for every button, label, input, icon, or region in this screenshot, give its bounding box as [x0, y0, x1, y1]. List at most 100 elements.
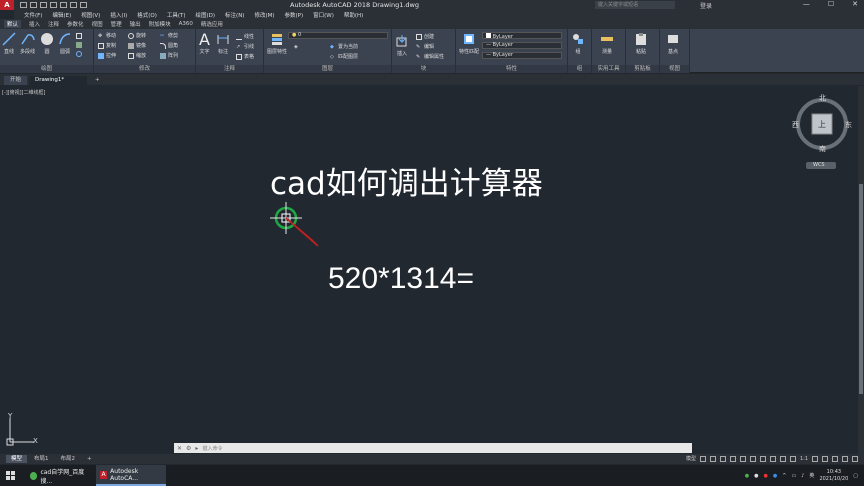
tray-app-icon-2[interactable]: ● — [764, 473, 768, 479]
layer-state-icon[interactable]: ◈ — [294, 44, 300, 50]
tab-featured-apps[interactable]: 精选应用 — [201, 20, 223, 28]
viewcube-top-face[interactable]: 上 — [818, 119, 826, 130]
annotation-scale[interactable]: 1:1 — [800, 456, 808, 462]
save-as-icon[interactable] — [50, 2, 57, 8]
layers-panel-label[interactable]: 图层 — [264, 65, 391, 73]
fillet-tool[interactable]: 圆角 — [160, 42, 178, 49]
drawing-title-text[interactable]: cad如何调出计算器 — [270, 158, 543, 203]
redo-icon[interactable] — [80, 2, 87, 8]
ortho-icon[interactable] — [719, 455, 726, 462]
move-tool[interactable]: ✥ 移动 — [98, 32, 116, 40]
menu-format[interactable]: 格式(O) — [137, 11, 157, 19]
menu-view[interactable]: 视图(V) — [81, 11, 100, 19]
create-block-tool[interactable]: 创建 — [416, 33, 434, 40]
tray-app-icon-3[interactable]: ● — [773, 473, 777, 479]
print-icon[interactable] — [60, 2, 67, 8]
dimension-button[interactable]: 标注 — [216, 32, 230, 55]
annotation-visibility-icon[interactable] — [789, 455, 796, 462]
rotate-tool[interactable]: 旋转 — [128, 32, 146, 39]
menu-window[interactable]: 窗口(W) — [313, 11, 334, 19]
taskbar-browser[interactable]: cad自学网_百度搜... — [26, 465, 96, 486]
tab-layout1[interactable]: 布局1 — [29, 455, 54, 463]
command-input[interactable]: 键入命令 — [202, 445, 222, 452]
group-button[interactable]: 组 — [571, 32, 585, 55]
tab-manage[interactable]: 管理 — [111, 20, 122, 28]
command-line[interactable]: ✕ ⚙ ▸ 键入命令 — [174, 443, 692, 453]
vertical-scrollbar[interactable] — [858, 86, 864, 454]
selection-cycling-icon[interactable] — [779, 455, 786, 462]
tab-annotate[interactable]: 注释 — [48, 20, 59, 28]
stretch-tool[interactable]: 拉伸 — [98, 52, 116, 59]
menu-modify[interactable]: 修改(M) — [254, 11, 274, 19]
menu-draw[interactable]: 绘图(D) — [196, 11, 216, 19]
network-icon[interactable]: ▭ — [791, 473, 796, 479]
menu-parametric[interactable]: 参数(P) — [285, 11, 304, 19]
view-panel-label[interactable]: 视图 — [660, 65, 689, 73]
block-panel-label[interactable]: 块 — [392, 65, 455, 73]
measure-button[interactable]: 测量 — [600, 32, 614, 55]
notifications-icon[interactable]: ▢ — [853, 473, 858, 479]
lineweight-dropdown[interactable]: — ByLayer — [482, 52, 562, 59]
arc-button[interactable]: 圆弧 — [58, 32, 72, 55]
base-button[interactable]: 基点 — [666, 32, 680, 55]
close-icon[interactable]: ✕ — [852, 0, 858, 8]
tab-view[interactable]: 视图 — [92, 20, 103, 28]
tab-drawing1[interactable]: Drawing1* — [29, 76, 88, 85]
copy-tool[interactable]: 复制 — [98, 42, 116, 49]
transparency-icon[interactable] — [769, 455, 776, 462]
paste-button[interactable]: 粘贴 — [634, 32, 648, 55]
recent-commands-icon[interactable]: ▸ — [195, 445, 198, 452]
tab-output[interactable]: 输出 — [130, 20, 141, 28]
start-button[interactable] — [0, 465, 22, 486]
viewcube[interactable]: 北 南 东 西 上 WCS — [790, 94, 854, 172]
match-layer-tool[interactable]: ◇ 匹配图层 — [330, 53, 358, 61]
draw-panel-label[interactable]: 绘图 — [0, 65, 93, 73]
layer-properties-button[interactable]: 图层特性 — [267, 32, 287, 55]
add-layout-button[interactable]: + — [82, 455, 97, 463]
array-tool[interactable]: 阵列 — [160, 52, 178, 59]
menu-tools[interactable]: 工具(T) — [167, 11, 186, 19]
menu-insert[interactable]: 插入(I) — [110, 11, 127, 19]
make-current-tool[interactable]: ◆ 置为当前 — [330, 43, 358, 51]
maximize-icon[interactable]: ☐ — [828, 0, 834, 8]
rectangle-tool[interactable] — [76, 33, 82, 39]
grid-icon[interactable] — [699, 455, 706, 462]
clean-screen-icon[interactable] — [842, 455, 848, 462]
show-hidden-icons-icon[interactable]: ^ — [782, 473, 786, 479]
viewcube-south[interactable]: 南 — [819, 144, 826, 154]
snap-icon[interactable] — [709, 455, 716, 462]
clipboard-panel-label[interactable]: 剪贴板 — [626, 65, 659, 73]
utilities-panel-label[interactable]: 实用工具 — [592, 65, 625, 73]
hardware-acceleration-icon[interactable] — [832, 455, 838, 462]
tab-start[interactable]: 开始 — [4, 76, 28, 85]
polar-icon[interactable] — [729, 455, 736, 462]
tray-app-icon[interactable]: ● — [754, 473, 758, 479]
tab-insert[interactable]: 插入 — [29, 20, 40, 28]
menu-help[interactable]: 帮助(H) — [344, 11, 363, 19]
scale-tool[interactable]: 缩放 — [128, 52, 146, 59]
volume-icon[interactable]: ♪ — [801, 473, 804, 479]
tab-addins[interactable]: 附加模块 — [149, 20, 171, 28]
viewcube-west[interactable]: 西 — [792, 120, 799, 130]
groups-panel-label[interactable]: 组 — [568, 65, 591, 73]
isolate-objects-icon[interactable] — [822, 455, 828, 462]
color-dropdown[interactable]: ByLayer — [482, 32, 562, 40]
undo-icon[interactable] — [70, 2, 77, 8]
layer-dropdown[interactable]: ● 0 — [288, 32, 388, 39]
model-space-toggle[interactable]: 模型 — [686, 455, 696, 462]
search-input[interactable]: 键入关键字或短语 — [595, 1, 675, 9]
scrollbar-thumb[interactable] — [859, 184, 863, 394]
viewcube-north[interactable]: 北 — [819, 93, 826, 103]
wcs-menu[interactable]: WCS — [813, 162, 825, 168]
sign-in-button[interactable]: 登录 — [700, 1, 712, 10]
tab-model[interactable]: 模型 — [6, 455, 28, 463]
menu-file[interactable]: 文件(F) — [24, 11, 42, 19]
new-file-icon[interactable] — [20, 2, 27, 8]
settings-wrench-icon[interactable]: ⚙ — [186, 445, 191, 452]
tab-a360[interactable]: A360 — [179, 21, 193, 27]
polyline-button[interactable]: 多段线 — [20, 32, 35, 55]
edit-block-tool[interactable]: ✎ 编辑 — [416, 43, 434, 51]
drawing-canvas[interactable]: [-][俯视][二维线框] cad如何调出计算器 520*1314= 北 南 东… — [0, 86, 858, 454]
menu-dimension[interactable]: 标注(N) — [225, 11, 244, 19]
autocad-logo[interactable]: A — [0, 0, 14, 10]
